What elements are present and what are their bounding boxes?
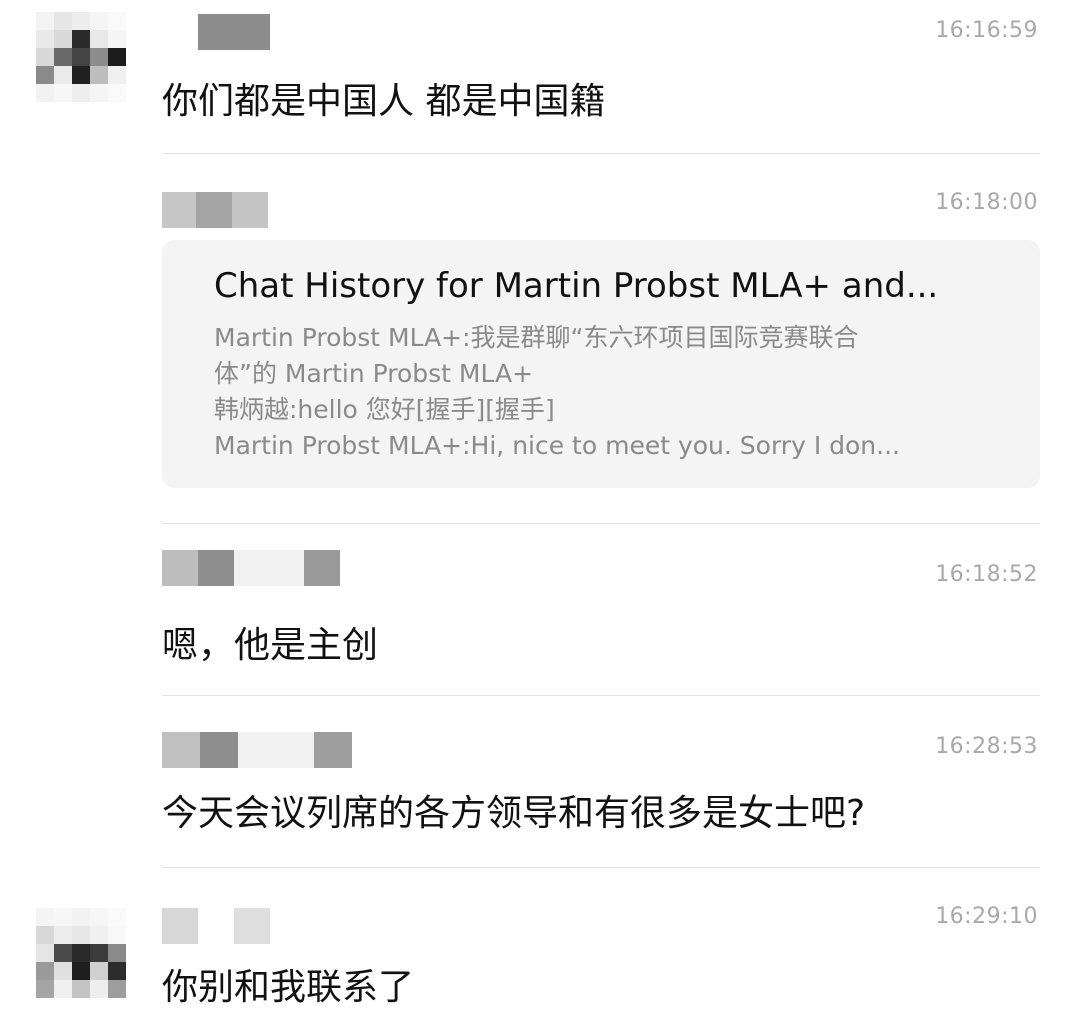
message-timestamp: 16:16:59 xyxy=(935,18,1038,43)
message-text[interactable]: 嗯，他是主创 xyxy=(162,616,378,668)
chat-history-line: 韩炳越:hello 您好[握手][握手] xyxy=(214,395,555,424)
sender-name-redacted xyxy=(162,732,352,768)
message-timestamp: 16:18:52 xyxy=(935,562,1038,587)
sender-avatar-pixelated[interactable] xyxy=(36,908,126,998)
message-timestamp: 16:29:10 xyxy=(935,904,1038,929)
sender-name-redacted xyxy=(162,550,340,586)
sender-avatar-pixelated[interactable] xyxy=(36,12,126,102)
chat-history-line: 体”的 Martin Probst MLA+ xyxy=(214,359,534,388)
sender-name-redacted xyxy=(162,908,270,944)
message-text[interactable]: 你别和我联系了 xyxy=(162,958,414,1010)
chat-history-line: Martin Probst MLA+:Hi, nice to meet you.… xyxy=(214,431,900,460)
chat-history-title: Chat History for Martin Probst MLA+ and.… xyxy=(214,266,939,306)
message-timestamp: 16:18:00 xyxy=(935,190,1038,215)
sender-name-redacted xyxy=(162,14,270,50)
message-timestamp: 16:28:53 xyxy=(935,734,1038,759)
chat-history-card[interactable]: Chat History for Martin Probst MLA+ and.… xyxy=(162,240,1040,488)
sender-name-redacted xyxy=(162,192,268,228)
message-text[interactable]: 今天会议列席的各方领导和有很多是女士吧? xyxy=(162,784,865,836)
chat-message[interactable]: 16:16:59 你们都是中国人 都是中国籍 xyxy=(0,0,1080,150)
chat-message[interactable]: 16:28:53 今天会议列席的各方领导和有很多是女士吧? xyxy=(0,696,1080,868)
message-text[interactable]: 你们都是中国人 都是中国籍 xyxy=(162,72,605,124)
chat-message[interactable]: 16:18:52 嗯，他是主创 xyxy=(0,524,1080,696)
chat-message[interactable]: 16:18:00 Chat History for Martin Probst … xyxy=(0,154,1080,524)
chat-message[interactable]: 16:29:10 你别和我联系了 xyxy=(0,868,1080,1034)
chat-history-line: Martin Probst MLA+:我是群聊“东六环项目国际竞赛联合 xyxy=(214,323,859,352)
